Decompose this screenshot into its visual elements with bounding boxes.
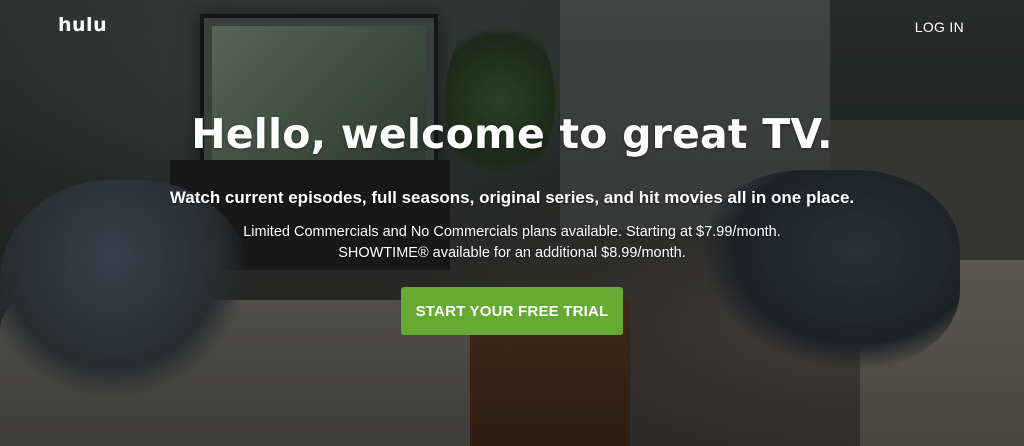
- hero-section: hulu LOG IN Hello, welcome to great TV. …: [0, 0, 1024, 446]
- plans-line-1: Limited Commercials and No Commercials p…: [243, 224, 781, 240]
- plans-line-2: SHOWTIME® available for an additional $8…: [338, 245, 686, 261]
- start-free-trial-button[interactable]: START YOUR FREE TRIAL: [401, 287, 623, 335]
- plans-info: Limited Commercials and No Commercials p…: [0, 222, 1024, 264]
- login-link[interactable]: LOG IN: [915, 19, 964, 35]
- hero-content: Hello, welcome to great TV. Watch curren…: [0, 110, 1024, 335]
- headline: Hello, welcome to great TV.: [191, 110, 833, 158]
- hulu-logo[interactable]: hulu: [58, 14, 107, 36]
- subheadline: Watch current episodes, full seasons, or…: [169, 188, 855, 207]
